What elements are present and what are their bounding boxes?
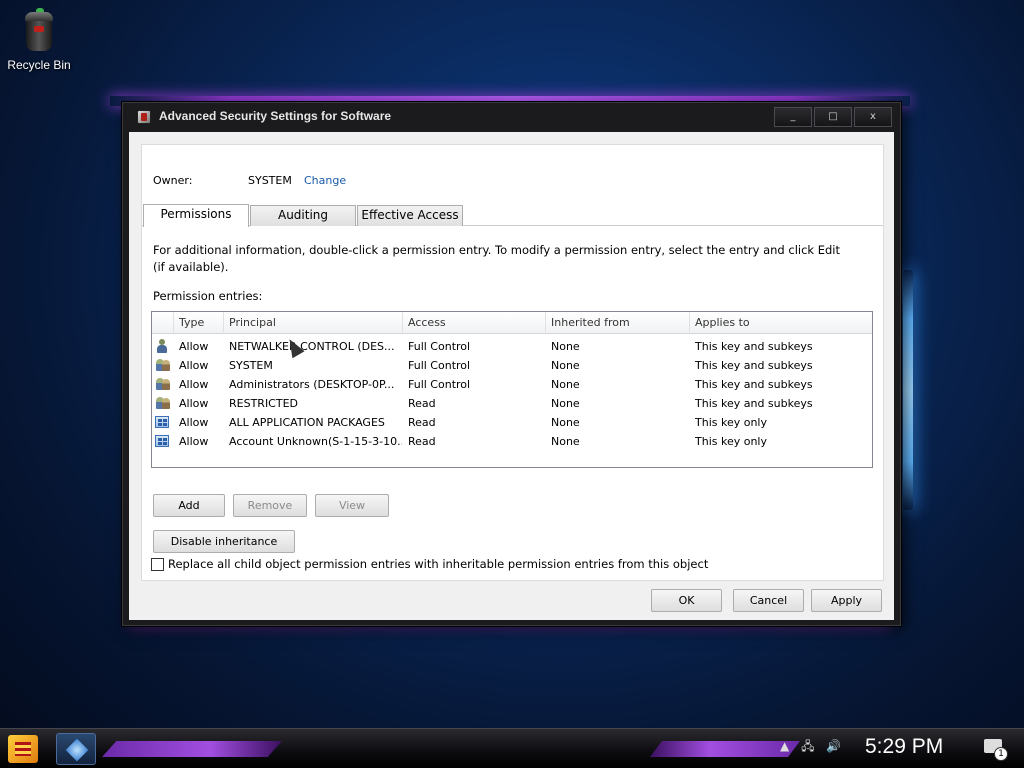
disable-inheritance-button[interactable]: Disable inheritance: [153, 530, 295, 553]
table-row[interactable]: Allow SYSTEM Full Control None This key and …: [152, 356, 872, 375]
principal-icon-cell: [155, 356, 173, 375]
desktop-glow-right: [903, 270, 913, 510]
applies-to-cell: This key and subkeys: [695, 397, 813, 410]
type-cell: Allow: [179, 435, 209, 448]
group-icon: [155, 377, 171, 391]
principal-icon-cell: [155, 375, 173, 394]
access-cell: Read: [408, 435, 436, 448]
table-row[interactable]: Allow Account Unknown(S-1-15-3-10... Read N…: [152, 432, 872, 451]
inherited-from-cell: None: [551, 397, 580, 410]
type-cell: Allow: [179, 397, 209, 410]
owner-value: SYSTEM: [248, 174, 292, 187]
tab-strip: Permissions Auditing Effective Access: [142, 204, 883, 227]
remove-button[interactable]: Remove: [233, 494, 307, 517]
inherited-from-cell: None: [551, 340, 580, 353]
start-button[interactable]: [8, 735, 38, 763]
table-row[interactable]: Allow Administrators (DESKTOP-0P... Full C…: [152, 375, 872, 394]
tab-auditing[interactable]: Auditing: [250, 205, 356, 226]
access-cell: Read: [408, 397, 436, 410]
tab-permissions[interactable]: Permissions: [143, 204, 249, 227]
apply-button[interactable]: Apply: [811, 589, 882, 612]
app-icon: [137, 110, 151, 124]
applies-to-cell: This key only: [695, 435, 767, 448]
type-cell: Allow: [179, 378, 209, 391]
column-header-type[interactable]: Type: [174, 312, 224, 334]
notification-count-badge: 1: [994, 747, 1008, 761]
principal-cell: Administrators (DESKTOP-0P...: [229, 378, 395, 391]
principal-cell: ALL APPLICATION PACKAGES: [229, 416, 385, 429]
taskbar: ▲ 🖧 🔊 5:29 PM 1: [0, 728, 1024, 768]
desktop-icon-label: Recycle Bin: [7, 58, 71, 72]
applies-to-cell: This key only: [695, 416, 767, 429]
group-icon: [155, 358, 171, 372]
advanced-security-dialog: Advanced Security Settings for Software …: [122, 102, 901, 626]
taskbar-decoration-left: [102, 741, 282, 757]
change-owner-link[interactable]: Change: [304, 174, 346, 187]
add-button[interactable]: Add: [153, 494, 225, 517]
type-cell: Allow: [179, 340, 209, 353]
title-bar[interactable]: Advanced Security Settings for Software …: [123, 103, 900, 131]
taskbar-clock[interactable]: 5:29 PM: [865, 735, 943, 759]
applies-to-cell: This key and subkeys: [695, 359, 813, 372]
column-header-inherited-from[interactable]: Inherited from: [546, 312, 690, 334]
type-cell: Allow: [179, 416, 209, 429]
principal-icon-cell: [155, 337, 173, 356]
volume-icon[interactable]: 🔊: [826, 739, 841, 753]
access-cell: Full Control: [408, 340, 471, 353]
inherited-from-cell: None: [551, 359, 580, 372]
inherited-from-cell: None: [551, 416, 580, 429]
inherited-from-cell: None: [551, 435, 580, 448]
window-title: Advanced Security Settings for Software: [159, 109, 392, 123]
column-header-applies-to[interactable]: Applies to: [690, 312, 872, 334]
column-header-principal[interactable]: Principal: [224, 312, 403, 334]
recycle-bin-icon: [21, 8, 57, 54]
principal-cell: RESTRICTED: [229, 397, 299, 410]
inherited-from-cell: None: [551, 378, 580, 391]
principal-cell: Account Unknown(S-1-15-3-10...: [229, 435, 402, 448]
permission-entries-list[interactable]: Type Principal Access Inherited from App…: [151, 311, 873, 468]
table-row[interactable]: Allow RESTRICTED Read None This key and subk…: [152, 394, 872, 413]
applies-to-cell: This key and subkeys: [695, 340, 813, 353]
network-icon[interactable]: 🖧: [801, 739, 814, 753]
type-cell: Allow: [179, 359, 209, 372]
package-icon: [155, 416, 169, 428]
cancel-button[interactable]: Cancel: [733, 589, 804, 612]
tab-effective-access[interactable]: Effective Access: [357, 205, 463, 226]
principal-icon-cell: [155, 394, 173, 413]
ok-button[interactable]: OK: [651, 589, 722, 612]
permission-entries-label: Permission entries:: [153, 289, 263, 303]
settings-panel: Owner: SYSTEM Change Permissions Auditin…: [141, 144, 884, 581]
maximize-button[interactable]: □: [814, 107, 852, 127]
info-text: For additional information, double-click…: [153, 243, 841, 274]
replace-child-permissions-checkbox[interactable]: [151, 558, 164, 571]
column-header-access[interactable]: Access: [403, 312, 546, 334]
access-cell: Full Control: [408, 359, 471, 372]
taskbar-decoration-right: [650, 741, 800, 757]
principal-cell: NETWALKER CONTROL (DES...: [229, 340, 395, 353]
replace-child-permissions-label[interactable]: Replace all child object permission entr…: [168, 557, 708, 571]
group-icon: [155, 396, 171, 410]
access-cell: Full Control: [408, 378, 471, 391]
view-button[interactable]: View: [315, 494, 389, 517]
package-icon: [155, 435, 169, 447]
principal-icon-cell: [155, 413, 173, 432]
show-hidden-icons-icon[interactable]: ▲: [780, 739, 789, 753]
system-tray: ▲ 🖧 🔊: [780, 737, 849, 758]
table-row[interactable]: Allow ALL APPLICATION PACKAGES Read None Thi…: [152, 413, 872, 432]
close-button[interactable]: x: [854, 107, 892, 127]
principal-cell: SYSTEM: [229, 359, 273, 372]
principal-icon-cell: [155, 432, 173, 451]
user-icon: [155, 339, 169, 353]
column-header-icon: [152, 312, 174, 334]
dialog-client-area: Owner: SYSTEM Change Permissions Auditin…: [129, 132, 894, 620]
table-row[interactable]: Allow NETWALKER CONTROL (DES... Full Contr…: [152, 337, 872, 356]
access-cell: Read: [408, 416, 436, 429]
applies-to-cell: This key and subkeys: [695, 378, 813, 391]
owner-label: Owner:: [153, 174, 193, 187]
desktop-icon-recycle-bin[interactable]: Recycle Bin: [4, 8, 74, 72]
taskbar-app-button[interactable]: [56, 733, 96, 765]
list-header: Type Principal Access Inherited from App…: [152, 312, 872, 334]
minimize-button[interactable]: _: [774, 107, 812, 127]
